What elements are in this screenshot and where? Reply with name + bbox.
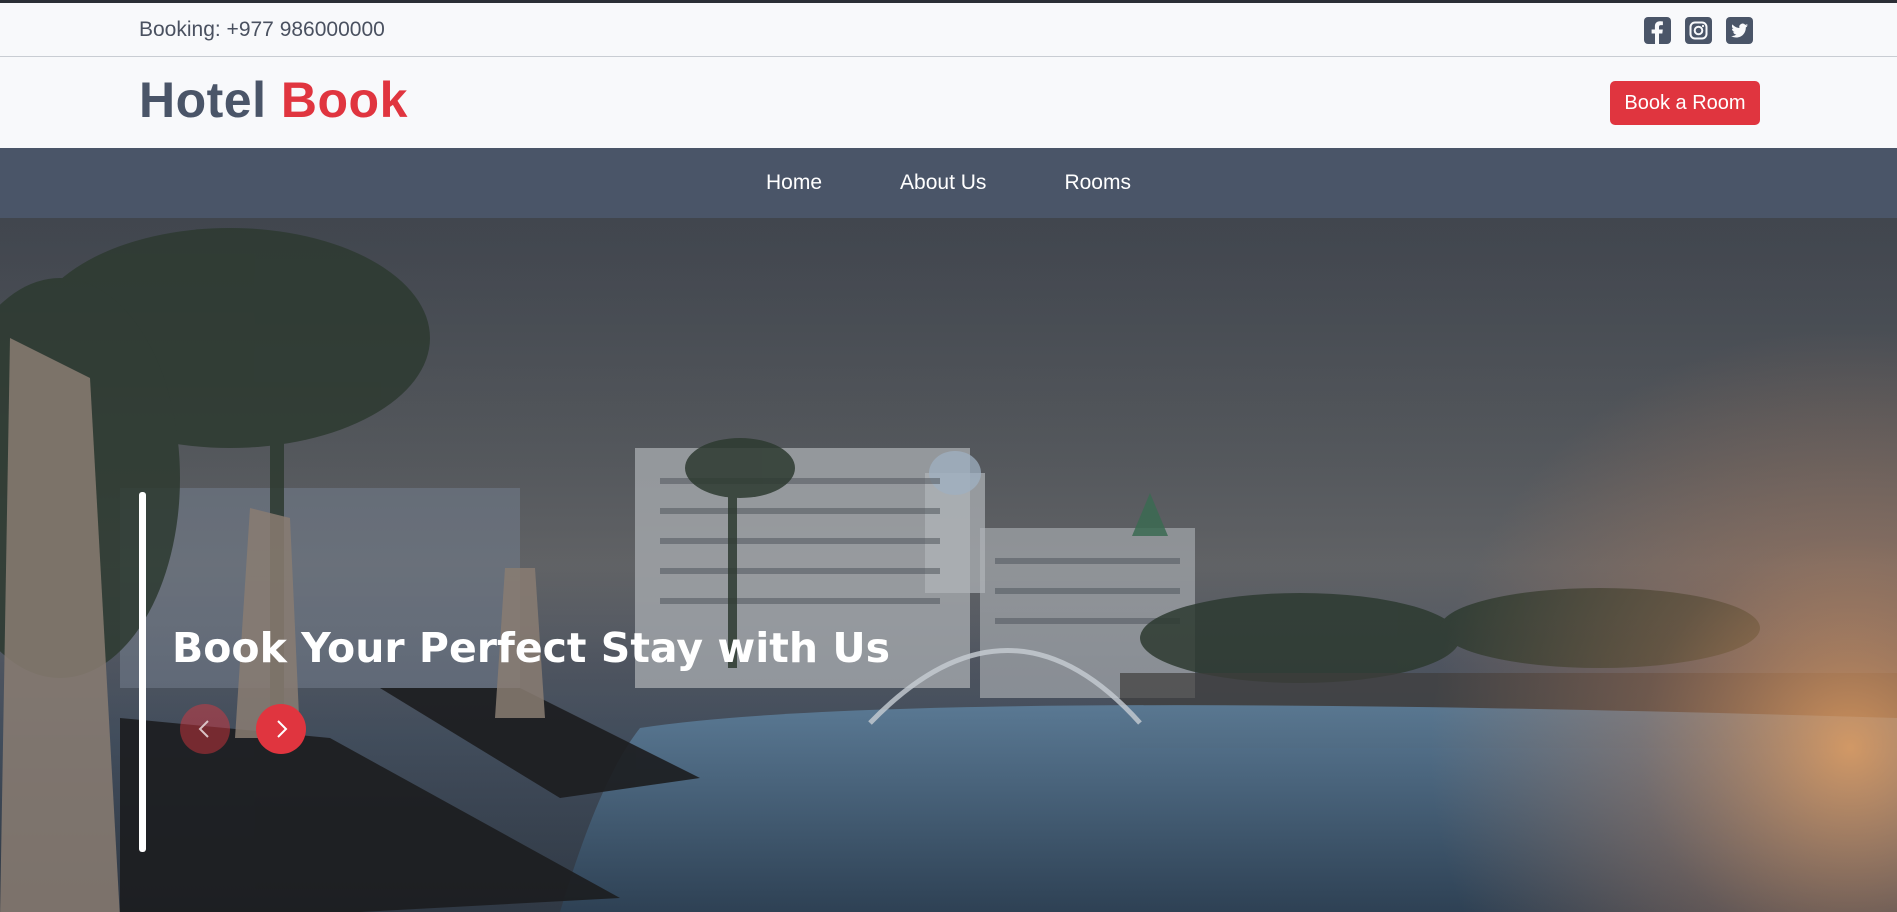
hero-title: Book Your Perfect Stay with Us [172,624,891,672]
nav-item-home[interactable]: Home [727,171,861,195]
site-logo[interactable]: Hotel Book [139,71,408,129]
site-header: Hotel Book Book a Room [0,57,1897,148]
logo-part-book: Book [280,72,408,128]
instagram-icon[interactable] [1685,17,1712,44]
twitter-icon[interactable] [1726,17,1753,44]
hero-banner: Book Your Perfect Stay with Us [0,218,1897,912]
top-bar: Booking: +977 986000000 [0,3,1897,57]
nav-item-rooms[interactable]: Rooms [1025,171,1170,195]
logo-part-hotel: Hotel [139,72,267,128]
hero-accent-bar [139,492,146,852]
carousel-next-button[interactable] [256,704,306,754]
nav-item-about-us[interactable]: About Us [861,171,1025,195]
booking-phone-text: Booking: +977 986000000 [139,18,385,41]
carousel-prev-button[interactable] [180,704,230,754]
main-nav: Home About Us Rooms [0,148,1897,218]
facebook-icon[interactable] [1644,17,1671,44]
book-room-button[interactable]: Book a Room [1610,81,1760,125]
chevron-left-icon [198,720,209,738]
hotel-pool-background-image [0,218,1897,912]
chevron-right-icon [277,720,288,738]
social-links [1644,17,1753,44]
